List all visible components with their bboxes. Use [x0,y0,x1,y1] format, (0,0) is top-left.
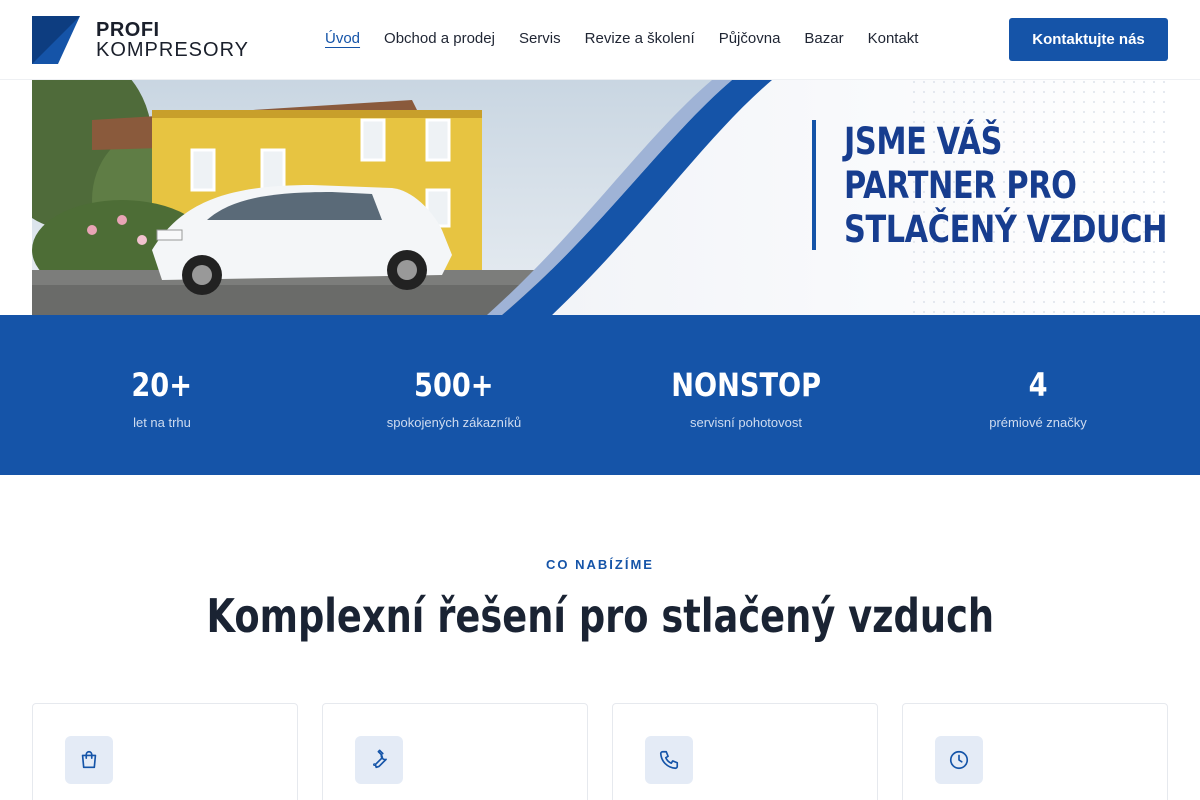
section-eyebrow: CO NABÍZÍME [546,557,654,572]
hero-slogan-line2: PARTNER PRO [844,164,1077,207]
stat-brands: 4 prémiové značky [892,365,1184,430]
nav-item-bazar[interactable]: Bazar [804,28,843,50]
hero-slogan: JSME VÁŠ PARTNER PRO STLAČENÝ VZDUCH [812,120,1168,251]
stat-label: servisní pohotovost [689,415,802,430]
hero-banner: JSME VÁŠ PARTNER PRO STLAČENÝ VZDUCH [32,80,1168,315]
service-card-nonstop[interactable] [902,703,1168,800]
nav-item-obchod[interactable]: Obchod a prodej [384,28,495,50]
site-header: PROFI KOMPRESORY Úvod Obchod a prodej Se… [0,0,1200,80]
stat-label: let na trhu [133,415,191,430]
service-card-shop[interactable] [32,703,298,800]
nav-item-servis[interactable]: Servis [519,28,561,50]
stat-value: NONSTOP [671,366,821,404]
service-card-service[interactable] [322,703,588,800]
stat-value: 4 [1028,366,1048,404]
logo-mark-icon [32,16,80,64]
brand-line2: KOMPRESORY [96,39,249,61]
stat-years: 20+ let na trhu [16,365,308,430]
shopping-bag-icon [65,736,113,784]
service-card-phone[interactable] [612,703,878,800]
nav-item-kontakt[interactable]: Kontakt [868,28,919,50]
stats-band: 20+ let na trhu 500+ spokojených zákazní… [0,315,1200,475]
stat-label: spokojených zákazníků [386,415,522,430]
hero-slogan-line3: STLAČENÝ VZDUCH [844,208,1168,251]
brand-logo[interactable]: PROFI KOMPRESORY [32,16,249,64]
stat-value: 500+ [414,366,494,404]
nav-item-pujcovna[interactable]: Půjčovna [719,28,781,50]
nav-item-uvod[interactable]: Úvod [325,28,360,50]
section-title-text: Komplexní řešení pro stlačený vzduch [206,589,994,643]
wrench-icon [355,736,403,784]
brand-line1: PROFI [96,19,160,41]
stat-nonstop: NONSTOP servisní pohotovost [600,365,892,430]
stat-value: 20+ [131,366,193,404]
hero-slogan-line1: JSME VÁŠ [844,120,1003,163]
brand-name: PROFI KOMPRESORY [96,20,249,60]
stat-label: prémiové značky [989,415,1087,430]
stat-customers: 500+ spokojených zákazníků [308,365,600,430]
nav-item-revize[interactable]: Revize a školení [585,28,695,50]
main-nav: Úvod Obchod a prodej Servis Revize a ško… [325,28,942,50]
section-title: Komplexní řešení pro stlačený vzduch [0,586,1200,646]
clock-icon [935,736,983,784]
contact-us-button[interactable]: Kontaktujte nás [1009,18,1168,61]
phone-icon [645,736,693,784]
